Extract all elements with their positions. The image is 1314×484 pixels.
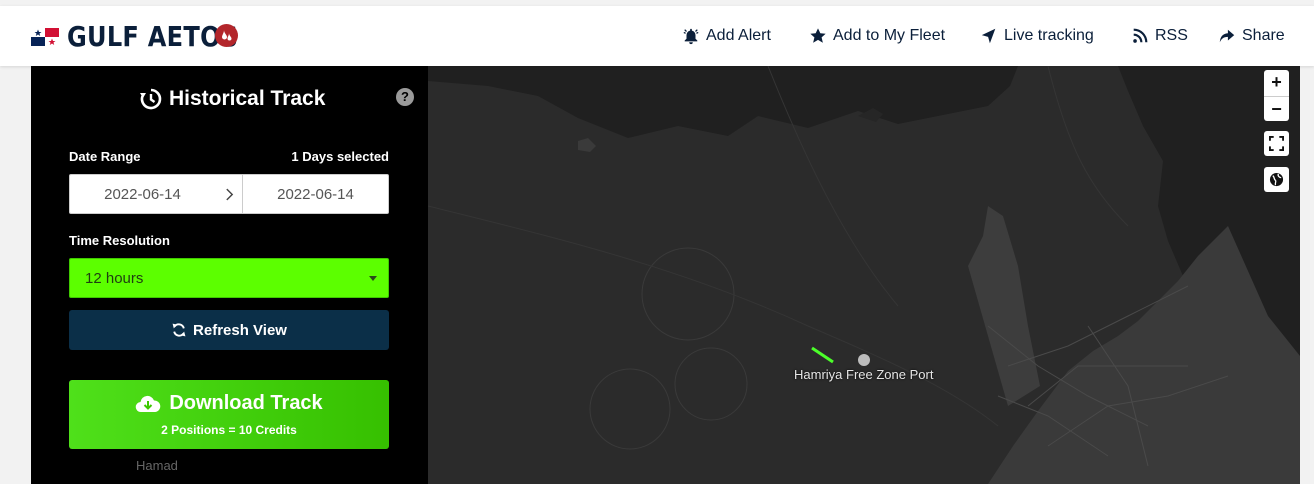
globe-icon xyxy=(1269,172,1284,187)
date-range-label: Date Range xyxy=(69,149,141,164)
map-view[interactable]: Hamriya Free Zone Port + − xyxy=(428,66,1300,484)
bell-icon xyxy=(683,28,699,45)
download-credits-text: 2 Positions = 10 Credits xyxy=(161,423,297,437)
star-icon xyxy=(810,28,826,43)
time-resolution-value: 12 hours xyxy=(85,269,144,287)
add-alert-button[interactable]: Add Alert xyxy=(682,26,771,46)
historical-track-panel: Historical Track ? Date Range 1 Days sel… xyxy=(31,66,428,484)
chevron-right-icon xyxy=(225,188,233,200)
download-track-label: Download Track xyxy=(169,392,323,414)
date-to-input[interactable]: 2022-06-14 xyxy=(242,174,389,214)
rss-icon xyxy=(1133,28,1148,43)
help-icon[interactable]: ? xyxy=(396,88,414,106)
add-to-fleet-button[interactable]: Add to My Fleet xyxy=(809,26,945,46)
panel-title: Historical Track xyxy=(139,87,325,111)
share-label: Share xyxy=(1242,27,1285,44)
days-selected-label: 1 Days selected xyxy=(291,149,389,164)
fullscreen-icon xyxy=(1269,136,1284,151)
download-track-button[interactable]: Download Track 2 Positions = 10 Credits xyxy=(69,380,389,449)
date-range-arrow xyxy=(215,174,243,214)
panel-title-text: Historical Track xyxy=(169,87,326,110)
share-button[interactable]: Share xyxy=(1218,26,1285,46)
live-tracking-button[interactable]: Live tracking xyxy=(980,26,1094,46)
zoom-out-button[interactable]: − xyxy=(1264,96,1289,121)
chevron-down-icon xyxy=(369,276,377,281)
tanker-type-icon xyxy=(215,24,238,47)
time-resolution-select[interactable]: 12 hours xyxy=(69,258,389,298)
cloud-download-icon xyxy=(136,395,161,412)
live-tracking-label: Live tracking xyxy=(1004,27,1094,44)
share-icon xyxy=(1219,29,1235,43)
rss-button[interactable]: RSS xyxy=(1131,26,1188,46)
zoom-in-button[interactable]: + xyxy=(1264,70,1289,95)
map-place-label: Hamad xyxy=(136,458,178,473)
page-right-margin xyxy=(1300,66,1314,484)
vessel-header: GULF AETOS Add Alert Add to My Fleet Liv… xyxy=(0,6,1314,66)
rss-label: RSS xyxy=(1155,27,1188,44)
history-icon xyxy=(140,88,162,110)
refresh-view-button[interactable]: Refresh View xyxy=(69,310,389,350)
refresh-icon xyxy=(172,323,186,337)
map-layer-button[interactable] xyxy=(1264,167,1289,192)
refresh-view-label: Refresh View xyxy=(193,321,287,339)
fullscreen-button[interactable] xyxy=(1264,131,1289,156)
date-from-input[interactable]: 2022-06-14 xyxy=(69,174,216,214)
panama-flag-icon xyxy=(31,28,59,46)
zoom-controls: + − xyxy=(1264,70,1289,121)
download-track-title: Download Track xyxy=(69,392,389,415)
add-alert-label: Add Alert xyxy=(706,27,771,44)
navigation-arrow-icon xyxy=(981,28,996,44)
vessel-name: GULF AETOS xyxy=(67,20,239,53)
map-canvas xyxy=(428,66,1300,484)
port-label: Hamriya Free Zone Port xyxy=(794,367,934,382)
add-to-fleet-label: Add to My Fleet xyxy=(833,27,946,44)
time-resolution-label: Time Resolution xyxy=(69,233,170,248)
